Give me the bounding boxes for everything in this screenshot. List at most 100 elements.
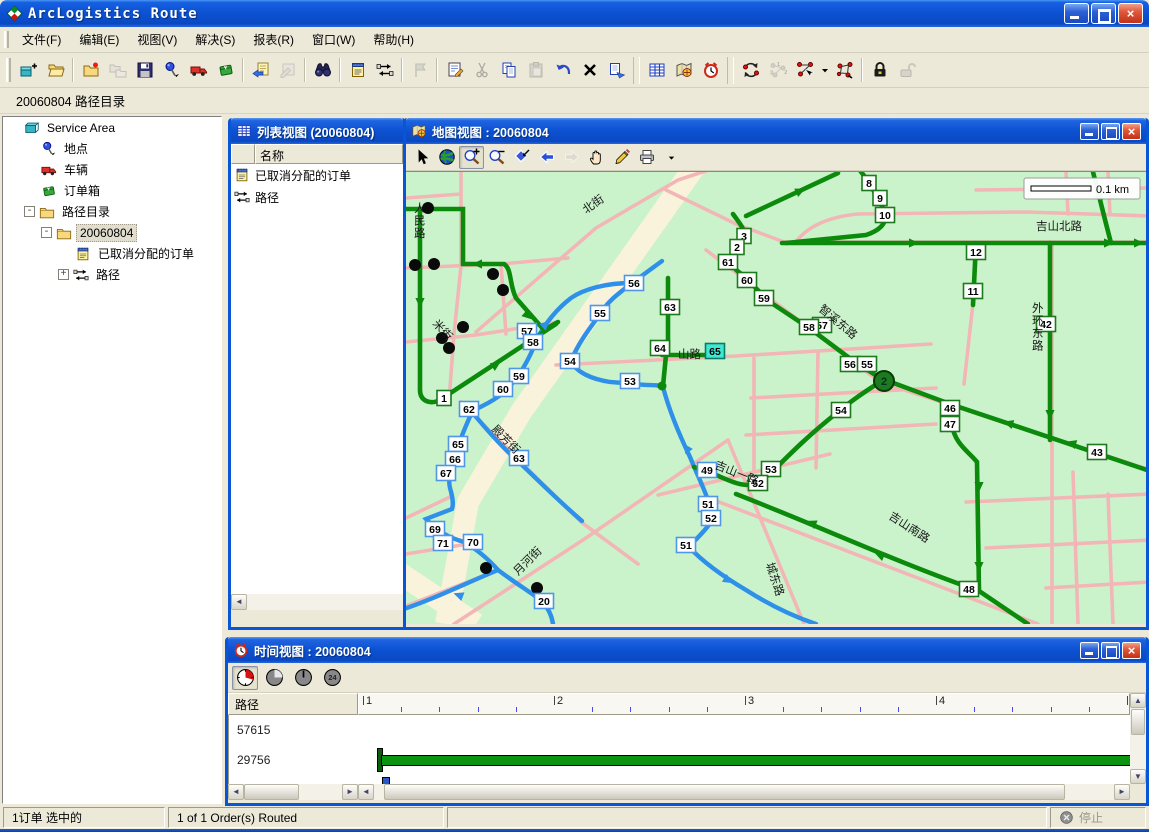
stop-marker-66[interactable]: 66 (446, 452, 465, 467)
stop-marker-71[interactable]: 71 (434, 536, 453, 551)
stop-marker-2[interactable]: 2 (730, 240, 744, 255)
clock-quarter-button[interactable] (261, 666, 287, 690)
unassigned-order-dot[interactable] (443, 342, 455, 354)
stop-marker-62[interactable]: 62 (460, 402, 479, 417)
map-view-button[interactable] (670, 57, 697, 84)
stop-marker-58[interactable]: 58 (800, 320, 819, 335)
time-ruler[interactable]: 1234 (358, 693, 1130, 715)
scroll-up-icon[interactable]: ▲ (1130, 693, 1146, 708)
route-row-29756[interactable]: 29756 (229, 745, 1146, 775)
tree-item-5[interactable]: -20060804 (3, 222, 221, 243)
unassigned-order-dot[interactable] (457, 321, 469, 333)
find-binoculars-button[interactable] (309, 57, 336, 84)
clock-day-button[interactable] (232, 666, 258, 690)
map-close-button[interactable] (1122, 123, 1141, 140)
map-maximize-button[interactable] (1101, 123, 1120, 140)
network-button[interactable] (831, 57, 858, 84)
open-folder-button[interactable] (42, 57, 69, 84)
expand-icon[interactable]: + (58, 269, 69, 280)
stop-marker-9[interactable]: 9 (873, 191, 887, 206)
menu-item-0[interactable]: 文件(F) (13, 27, 70, 52)
stop-marker-52[interactable]: 52 (702, 511, 721, 526)
map-zoom-in-button[interactable] (459, 146, 484, 169)
dropdown-caret-button[interactable] (818, 57, 831, 84)
selected-order-indicator[interactable] (382, 777, 390, 784)
stop-marker-53[interactable]: 53 (762, 462, 781, 477)
unassigned-order-dot[interactable] (497, 284, 509, 296)
stop-marker-61[interactable]: 61 (719, 255, 738, 270)
map-canvas[interactable]: 1326160595758891012114256554647435453524… (406, 171, 1146, 624)
map-back-arrow-button[interactable] (534, 146, 559, 169)
stop-marker-59[interactable]: 59 (755, 291, 774, 306)
timeline-scrollbar[interactable]: ◄ ► (358, 784, 1130, 800)
location-pin-button[interactable] (158, 57, 185, 84)
stop-marker-56[interactable]: 56 (841, 357, 860, 372)
tree-item-0[interactable]: Service Area (3, 117, 221, 138)
stop-marker-67[interactable]: 67 (437, 466, 456, 481)
unlock-button[interactable] (893, 57, 920, 84)
restore-button[interactable] (1091, 3, 1116, 24)
route-col-scrollbar[interactable]: ◄ ► (228, 784, 358, 800)
stop-marker-51[interactable]: 51 (677, 538, 696, 553)
time-view-button[interactable] (697, 57, 724, 84)
vehicle-truck-button[interactable] (185, 57, 212, 84)
list-horizontal-scrollbar[interactable]: ◄ (231, 594, 403, 610)
route-line-green[interactable] (663, 355, 666, 386)
unassigned-order-dot[interactable] (531, 582, 543, 594)
time-maximize-button[interactable] (1101, 642, 1120, 659)
list-header-name-col[interactable]: 名称 (255, 144, 403, 164)
flag-button[interactable] (406, 57, 433, 84)
sequence-button[interactable]: 123 (764, 57, 791, 84)
stop-marker-46[interactable]: 46 (941, 401, 960, 416)
menu-item-2[interactable]: 视图(V) (128, 27, 186, 52)
list-item-1[interactable]: 路径 (231, 186, 403, 208)
routes-transfer-button[interactable] (371, 57, 398, 84)
map-dropdown-caret-button[interactable] (659, 146, 684, 169)
import-orders-button[interactable] (247, 57, 274, 84)
minimize-button[interactable] (1064, 3, 1089, 24)
stop-marker-70[interactable]: 70 (464, 535, 483, 550)
unassigned-order-dot[interactable] (428, 258, 440, 270)
stop-marker-54[interactable]: 54 (832, 403, 851, 418)
route-column-header[interactable]: 路径 (228, 693, 358, 715)
solve-button[interactable] (737, 57, 764, 84)
route-marker-2[interactable]: 2 (874, 371, 894, 391)
stop-marker-60[interactable]: 60 (494, 382, 513, 397)
tree-item-6[interactable]: 已取消分配的订单 (3, 243, 221, 264)
collapse-icon[interactable]: - (24, 206, 35, 217)
stop-marker-56[interactable]: 56 (625, 276, 644, 291)
time-vertical-scrollbar[interactable]: ▲ ▼ (1130, 693, 1146, 784)
stop-marker-55[interactable]: 55 (858, 357, 877, 372)
paste-button[interactable] (522, 57, 549, 84)
menu-item-1[interactable]: 编辑(E) (70, 27, 128, 52)
map-view-titlebar[interactable]: 地图视图 : 20060804 (406, 118, 1146, 144)
delete-button[interactable] (576, 57, 603, 84)
title-bar[interactable]: ArcLogistics Route × (0, 0, 1149, 27)
stop-marker-8[interactable]: 8 (862, 176, 876, 191)
copy-folder-button[interactable] (104, 57, 131, 84)
clock-hour-button[interactable] (290, 666, 316, 690)
menu-item-5[interactable]: 窗口(W) (303, 27, 364, 52)
map-zoom-out-button[interactable] (484, 146, 509, 169)
stop-marker-64[interactable]: 64 (651, 341, 670, 356)
stop-marker-69[interactable]: 69 (426, 522, 445, 537)
new-service-area-button[interactable] (15, 57, 42, 84)
stop-marker-12[interactable]: 12 (967, 245, 986, 260)
unassigned-order-dot[interactable] (409, 259, 421, 271)
stop-marker-48[interactable]: 48 (960, 582, 979, 597)
list-view-button[interactable] (643, 57, 670, 84)
lock-button[interactable] (866, 57, 893, 84)
import-edit-button[interactable] (274, 57, 301, 84)
collapse-icon[interactable]: - (41, 227, 52, 238)
map-zoom-selected-button[interactable] (509, 146, 534, 169)
stop-marker-11[interactable]: 11 (964, 284, 983, 299)
stop-marker-10[interactable]: 10 (876, 208, 895, 223)
stop-marker-53[interactable]: 53 (621, 374, 640, 389)
stop-marker-47[interactable]: 47 (941, 417, 960, 432)
clock-24-button[interactable]: 24 (319, 666, 345, 690)
toolbar-grip[interactable] (6, 58, 11, 82)
stop-marker-43[interactable]: 43 (1088, 445, 1107, 460)
route-schedule-bar[interactable] (381, 755, 1131, 766)
time-close-button[interactable] (1122, 642, 1141, 659)
stop-marker-65[interactable]: 65 (449, 437, 468, 452)
